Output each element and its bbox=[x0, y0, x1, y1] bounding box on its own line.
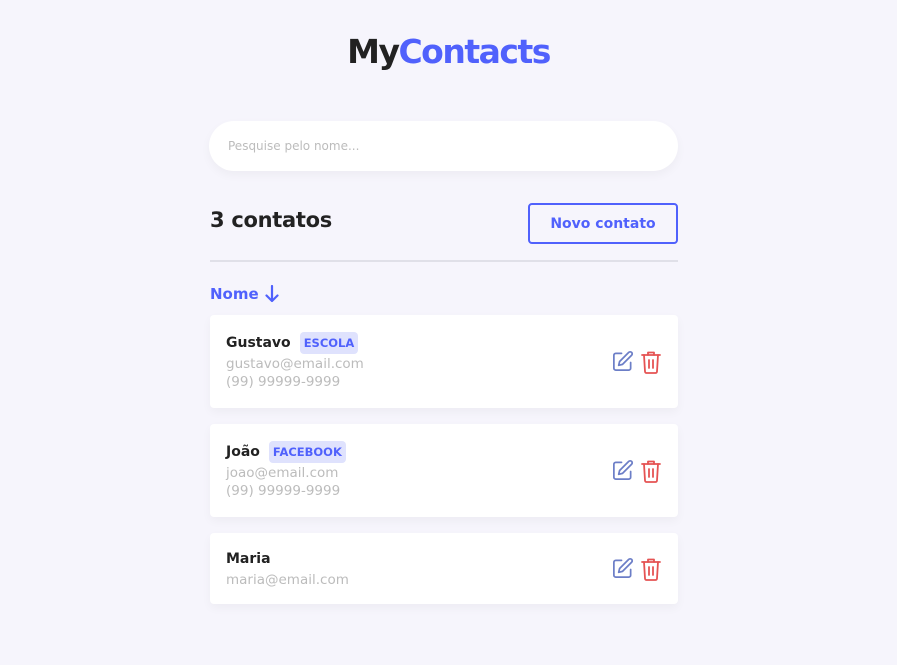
search-bar bbox=[209, 121, 678, 171]
contact-card: João FACEBOOK joao@email.com (99) 99999-… bbox=[210, 424, 678, 517]
delete-contact-button[interactable] bbox=[640, 557, 662, 581]
sort-label: Nome bbox=[210, 285, 259, 303]
contact-name: João bbox=[226, 444, 260, 460]
edit-contact-button[interactable] bbox=[611, 557, 634, 580]
contact-email: gustavo@email.com bbox=[226, 356, 364, 372]
contact-name: Gustavo bbox=[226, 335, 291, 351]
edit-icon bbox=[613, 558, 633, 578]
logo-contacts: Contacts bbox=[398, 32, 551, 71]
logo-my: My bbox=[347, 32, 400, 71]
trash-icon bbox=[641, 460, 661, 483]
sort-by-name-button[interactable]: Nome bbox=[210, 285, 279, 303]
trash-icon bbox=[641, 351, 661, 374]
contact-category-badge: ESCOLA bbox=[299, 332, 359, 354]
contact-card: Maria maria@email.com bbox=[210, 533, 678, 604]
edit-icon bbox=[613, 351, 633, 371]
edit-contact-button[interactable] bbox=[611, 459, 634, 482]
divider bbox=[210, 260, 678, 262]
contact-email: joao@email.com bbox=[226, 465, 339, 481]
edit-icon bbox=[613, 460, 633, 480]
contact-name: Maria bbox=[226, 551, 271, 567]
delete-contact-button[interactable] bbox=[640, 350, 662, 374]
arrow-down-icon bbox=[265, 285, 279, 303]
app-logo: MyContacts bbox=[0, 30, 897, 74]
contact-card: Gustavo ESCOLA gustavo@email.com (99) 99… bbox=[210, 315, 678, 408]
contact-phone: (99) 99999-9999 bbox=[226, 483, 341, 499]
search-input[interactable] bbox=[226, 138, 661, 154]
delete-contact-button[interactable] bbox=[640, 459, 662, 483]
new-contact-button[interactable]: Novo contato bbox=[528, 203, 678, 244]
contact-email: maria@email.com bbox=[226, 572, 349, 588]
trash-icon bbox=[641, 558, 661, 581]
edit-contact-button[interactable] bbox=[611, 350, 634, 373]
contacts-count: 3 contatos bbox=[210, 208, 332, 232]
contact-category-badge: FACEBOOK bbox=[268, 441, 346, 463]
contact-phone: (99) 99999-9999 bbox=[226, 374, 341, 390]
